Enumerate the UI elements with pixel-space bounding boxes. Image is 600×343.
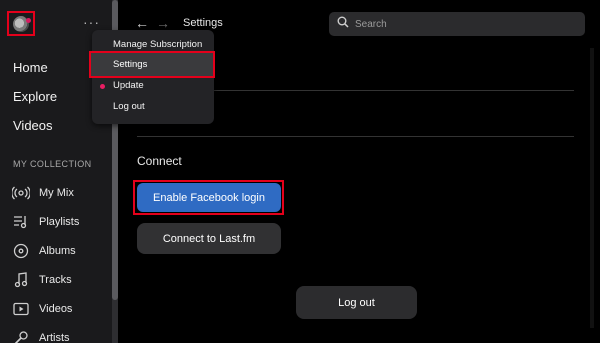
nav-item-home[interactable]: Home (13, 58, 57, 87)
main-scrollbar[interactable] (590, 48, 594, 328)
sidebar-item-label: Artists (39, 331, 70, 343)
menu-item-log-out[interactable]: Log out (113, 101, 145, 112)
sidebar-item-videos[interactable]: Videos (12, 294, 79, 323)
more-options-icon[interactable]: ··· (83, 15, 100, 29)
connect-lastfm-button[interactable]: Connect to Last.fm (137, 223, 281, 254)
menu-item-settings-highlight[interactable] (89, 51, 215, 78)
menu-item-manage-subscription[interactable]: Manage Subscription (113, 39, 202, 50)
search-icon (337, 15, 349, 33)
search-input[interactable] (355, 18, 575, 30)
collection-list: My Mix Playlists Albums Tracks Videos Ar… (12, 178, 79, 343)
arrow-right-icon[interactable]: → (156, 15, 170, 31)
microphone-icon (12, 329, 30, 343)
connect-section-heading: Connect (137, 154, 182, 168)
my-collection-heading: MY COLLECTION (13, 159, 92, 169)
sidebar-item-label: Albums (39, 244, 76, 257)
nav-item-videos[interactable]: Videos (13, 116, 57, 145)
main-nav: Home Explore Videos (13, 58, 57, 145)
sidebar-item-my-mix[interactable]: My Mix (12, 178, 79, 207)
sidebar-item-playlists[interactable]: Playlists (12, 207, 79, 236)
playlist-icon (12, 213, 30, 231)
sidebar-item-label: My Mix (39, 186, 74, 199)
search-bar[interactable] (329, 12, 585, 36)
menu-item-settings[interactable]: Settings (113, 59, 147, 70)
sidebar-item-label: Videos (39, 302, 73, 315)
enable-facebook-login-button[interactable]: Enable Facebook login (137, 183, 281, 212)
divider (137, 136, 574, 137)
sidebar-item-albums[interactable]: Albums (12, 236, 79, 265)
profile-avatar-highlight[interactable] (7, 11, 35, 36)
music-note-icon (12, 271, 30, 289)
sidebar-item-label: Playlists (39, 215, 80, 228)
video-play-icon (12, 300, 30, 318)
radio-waves-icon (12, 184, 30, 202)
sidebar-item-artists[interactable]: Artists (12, 323, 79, 343)
sidebar-item-tracks[interactable]: Tracks (12, 265, 79, 294)
nav-item-explore[interactable]: Explore (13, 87, 57, 116)
arrow-left-icon[interactable]: ← (135, 15, 149, 31)
sidebar-item-label: Tracks (39, 273, 72, 286)
page-title: Settings (183, 17, 223, 29)
avatar[interactable] (13, 15, 31, 32)
logout-button[interactable]: Log out (296, 286, 417, 319)
update-badge-dot (100, 84, 105, 89)
album-disc-icon (12, 242, 30, 260)
menu-item-update[interactable]: Update (113, 80, 144, 91)
